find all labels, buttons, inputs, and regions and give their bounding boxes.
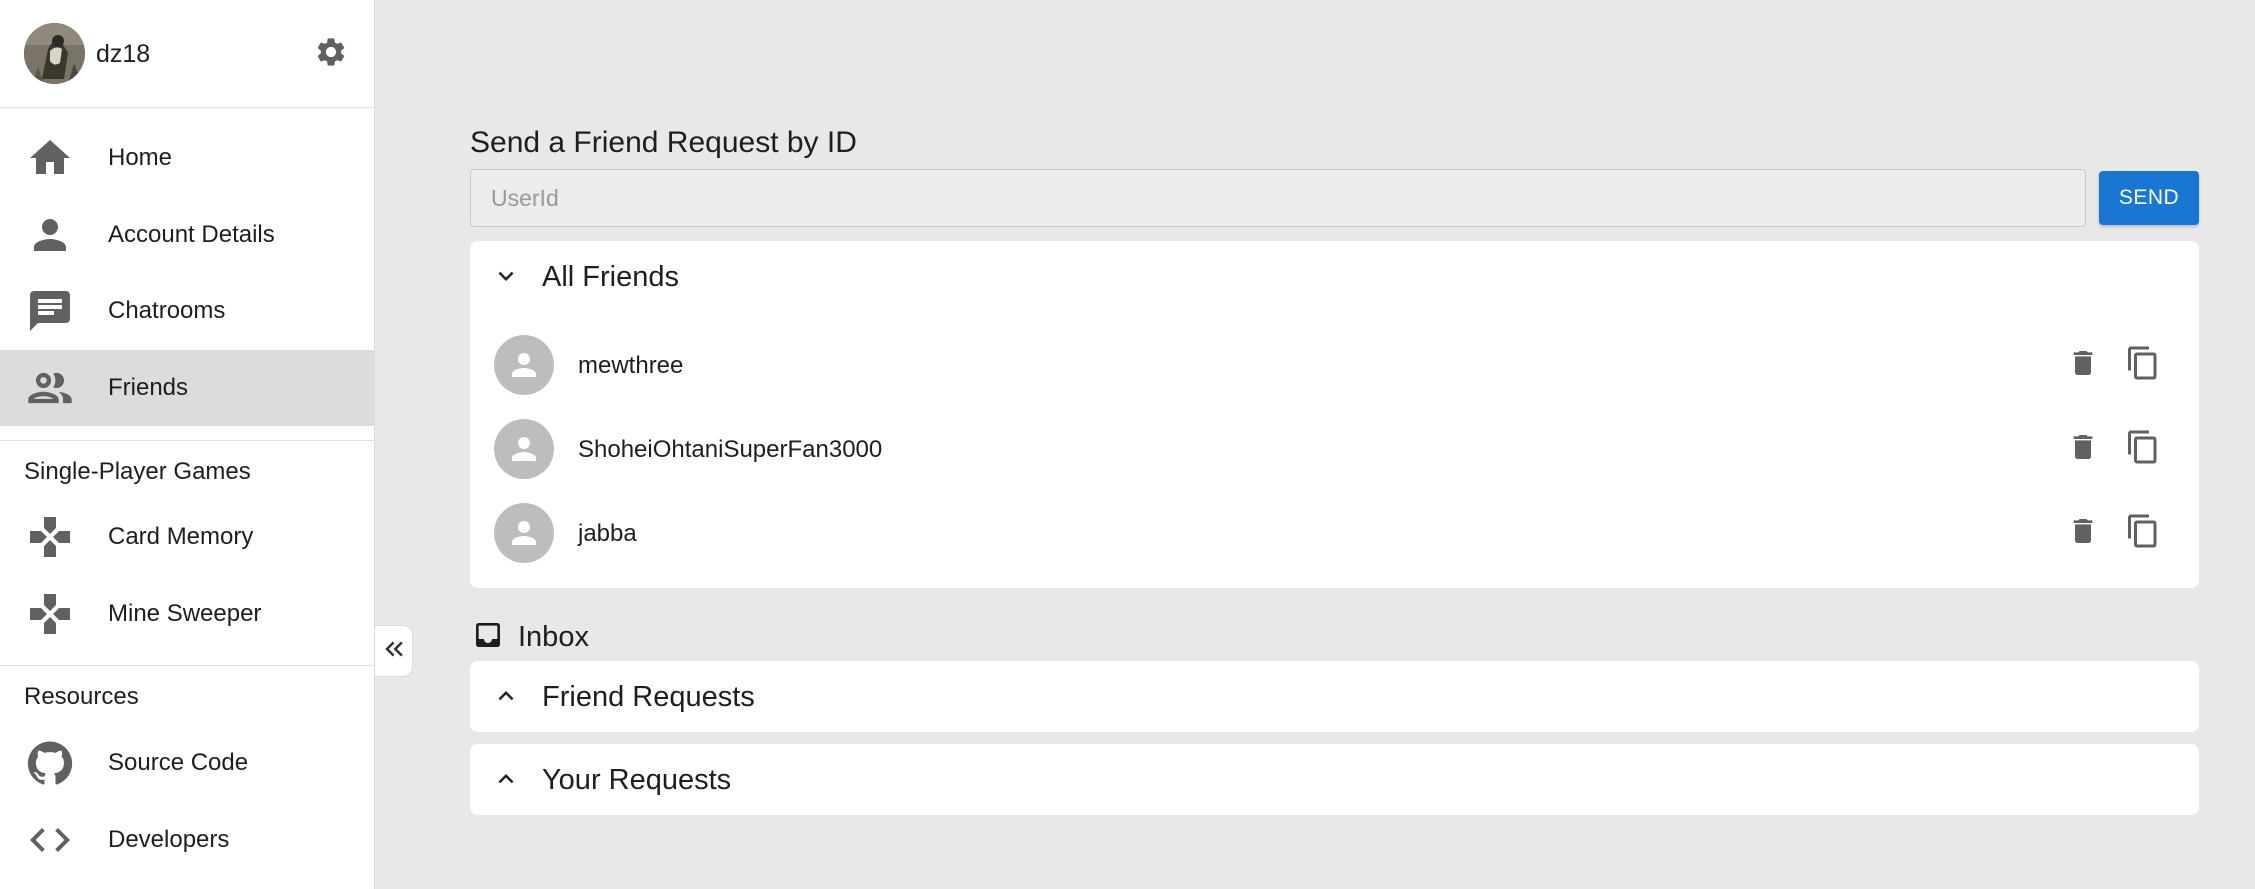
- friend-requests-panel: Friend Requests: [470, 661, 2199, 732]
- list-item: jabba: [470, 491, 2199, 575]
- your-requests-panel: Your Requests: [470, 744, 2199, 815]
- sidebar-item-card-memory[interactable]: Card Memory: [0, 499, 375, 575]
- sidebar-item-home[interactable]: Home: [0, 120, 375, 196]
- divider: [0, 665, 375, 666]
- section-header-games: Single-Player Games: [24, 458, 251, 485]
- chevron-down-icon: [488, 258, 524, 294]
- avatar: [494, 503, 554, 563]
- userid-input[interactable]: [470, 169, 2086, 227]
- friend-name: jabba: [578, 520, 637, 547]
- sidebar-item-label: Account Details: [108, 221, 275, 248]
- sidebar-item-label: Source Code: [108, 749, 249, 776]
- inbox-label: Inbox: [518, 621, 589, 653]
- home-icon: [24, 132, 76, 184]
- sidebar-item-label: Mine Sweeper: [108, 600, 262, 627]
- avatar[interactable]: [24, 23, 85, 84]
- copy-id-button[interactable]: [2123, 345, 2163, 385]
- list-item: mewthree: [470, 323, 2199, 407]
- sidebar: dz18 Home Account Details Chatrooms Frie…: [0, 0, 375, 889]
- delete-friend-button[interactable]: [2063, 345, 2103, 385]
- inbox-icon: [472, 619, 504, 651]
- send-request-title: Send a Friend Request by ID: [470, 126, 857, 159]
- delete-friend-button[interactable]: [2063, 513, 2103, 553]
- sidebar-item-label: Chatrooms: [108, 297, 226, 324]
- friend-name: ShoheiOhtaniSuperFan3000: [578, 436, 883, 463]
- your-requests-title: Your Requests: [542, 764, 732, 796]
- settings-button[interactable]: [313, 36, 349, 72]
- list-item: ShoheiOhtaniSuperFan3000: [470, 407, 2199, 491]
- avatar: [494, 419, 554, 479]
- copy-icon: [2125, 345, 2161, 386]
- avatar: [494, 335, 554, 395]
- github-icon: [24, 737, 76, 789]
- code-icon: [24, 814, 76, 866]
- username: dz18: [96, 40, 151, 68]
- sidebar-item-developers[interactable]: Developers: [0, 802, 375, 878]
- friend-requests-header[interactable]: Friend Requests: [470, 661, 2199, 731]
- sidebar-item-label: Developers: [108, 826, 230, 853]
- person-icon: [24, 209, 76, 261]
- sidebar-item-label: Friends: [108, 374, 189, 401]
- friend-requests-title: Friend Requests: [542, 681, 755, 713]
- delete-icon: [2067, 515, 2099, 552]
- all-friends-header[interactable]: All Friends: [470, 241, 2199, 311]
- copy-icon: [2125, 513, 2161, 554]
- profile-header: dz18: [0, 0, 375, 108]
- sidebar-item-account-details[interactable]: Account Details: [0, 197, 375, 273]
- sidebar-item-chatrooms[interactable]: Chatrooms: [0, 273, 375, 349]
- friend-name: mewthree: [578, 352, 684, 379]
- delete-icon: [2067, 347, 2099, 384]
- gamepad-icon: [24, 588, 76, 640]
- chevron-up-icon: [488, 761, 524, 797]
- all-friends-panel: All Friends mewthree ShoheiOhtaniSuperFa…: [470, 241, 2199, 588]
- copy-id-button[interactable]: [2123, 513, 2163, 553]
- your-requests-header[interactable]: Your Requests: [470, 744, 2199, 814]
- collapse-sidebar-button[interactable]: [375, 625, 413, 677]
- gear-icon: [314, 35, 348, 74]
- sidebar-item-friends[interactable]: Friends: [0, 350, 375, 426]
- sidebar-item-mine-sweeper[interactable]: Mine Sweeper: [0, 576, 375, 652]
- sidebar-item-source-code[interactable]: Source Code: [0, 725, 375, 801]
- copy-id-button[interactable]: [2123, 429, 2163, 469]
- sidebar-item-label: Card Memory: [108, 523, 254, 550]
- divider: [0, 440, 375, 441]
- people-icon: [24, 362, 76, 414]
- sidebar-item-label: Home: [108, 144, 173, 171]
- double-chevron-left-icon: [379, 634, 409, 669]
- all-friends-title: All Friends: [542, 261, 679, 293]
- section-header-resources: Resources: [24, 683, 139, 710]
- gamepad-icon: [24, 511, 76, 563]
- copy-icon: [2125, 429, 2161, 470]
- chat-icon: [24, 285, 76, 337]
- send-button[interactable]: SEND: [2099, 171, 2199, 225]
- delete-icon: [2067, 431, 2099, 468]
- chevron-up-icon: [488, 678, 524, 714]
- delete-friend-button[interactable]: [2063, 429, 2103, 469]
